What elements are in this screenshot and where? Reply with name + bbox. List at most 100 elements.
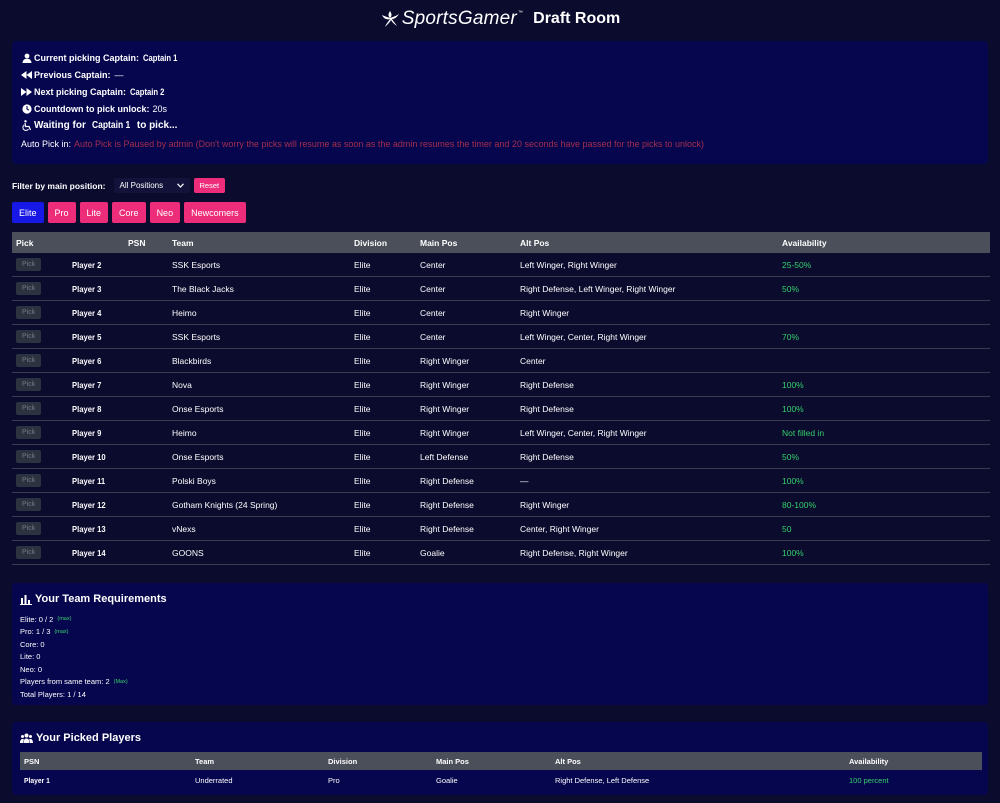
requirement-item: Core: 0 (20, 638, 980, 651)
main-pos-cell: Goalie (436, 775, 458, 785)
team-cell: Onse Esports (168, 444, 350, 469)
pick-button[interactable]: Pick (16, 258, 42, 271)
team-cell: vNexs (168, 516, 350, 541)
availability-cell (778, 300, 990, 325)
team-cell: SSK Esports (168, 253, 350, 277)
availability-cell: 25-50% (778, 253, 990, 277)
psn-cell: Player 7 (68, 372, 168, 397)
current-captain-value: Captain 1 (143, 52, 178, 63)
pick-button[interactable]: Pick (16, 426, 42, 439)
pick-button[interactable]: Pick (16, 450, 42, 463)
table-row: Pick Player 7 Nova Elite Right Winger Right D… (12, 372, 990, 397)
pick-cell: Pick (12, 300, 68, 325)
draft-status-panel: Current picking Captain: Captain 1 Previ… (12, 41, 988, 164)
requirement-text: Lite: 0 (20, 652, 41, 662)
pick-button[interactable]: Pick (16, 282, 42, 295)
player-psn: Player 6 (72, 355, 102, 366)
pick-button[interactable]: Pick (16, 306, 42, 319)
previous-captain-row: Previous Captain: — (21, 66, 979, 83)
table-row: Pick Player 2 SSK Esports Elite Center Left W… (12, 253, 990, 277)
main-pos-cell: Right Defense (416, 492, 516, 517)
alt-pos-cell: Right Winger (516, 300, 778, 325)
sportsgamer-logo-icon (381, 11, 399, 27)
team-cell: Heimo (168, 420, 350, 445)
requirements-title-text: Your Team Requirements (35, 593, 167, 605)
requirement-item: Lite: 0 (20, 651, 980, 664)
position-select[interactable]: All Positions (113, 178, 190, 193)
alt-pos-cell: Right Winger (516, 492, 778, 517)
pick-button[interactable]: Pick (16, 498, 42, 511)
brand-logo: SportsGamer ™ (380, 8, 523, 30)
main-pos-cell: Center (416, 253, 516, 277)
pick-cell: Pick (12, 348, 68, 373)
table-row: Pick Player 13 vNexs Elite Right Defense Cent… (12, 516, 990, 541)
availability-cell: Not filled in (778, 420, 990, 445)
user-icon (21, 52, 32, 63)
pick-cell: Pick (12, 444, 68, 469)
player-psn: Player 5 (72, 331, 102, 342)
pick-cell: Pick (12, 396, 68, 421)
psn-cell: Player 12 (68, 492, 168, 517)
alt-pos-cell: Right Defense (516, 396, 778, 421)
requirement-text: Core: 0 (20, 639, 45, 649)
division-tab-lite[interactable]: Lite (79, 202, 109, 223)
availability-cell: 100% (778, 540, 990, 565)
table-row: Pick Player 5 SSK Esports Elite Center Left W… (12, 324, 990, 349)
clock-icon (21, 103, 32, 114)
division-cell: Elite (350, 348, 416, 373)
requirements-title: Your Team Requirements (20, 591, 980, 607)
psn-cell: Player 13 (68, 516, 168, 541)
requirement-max-note: (max) (57, 616, 72, 623)
column-header: Main Pos (432, 752, 551, 770)
waiting-suffix: to pick... (136, 120, 178, 131)
division-tab-core[interactable]: Core (112, 202, 146, 223)
column-header: Pick (12, 232, 68, 253)
requirement-max-note: (max) (54, 628, 69, 635)
division-cell: Elite (350, 372, 416, 397)
waiting-captain: Captain 1 (91, 120, 131, 131)
table-header-row: Pick PSN Team Division Main Pos Alt Pos … (12, 232, 990, 253)
pick-button[interactable]: Pick (16, 522, 42, 535)
pick-button[interactable]: Pick (16, 402, 42, 415)
division-cell: Pro (328, 775, 340, 785)
main-pos-cell: Right Winger (416, 348, 516, 373)
division-tab-elite[interactable]: Elite (12, 202, 44, 223)
chevron-down-icon (176, 181, 184, 190)
division-cell: Elite (350, 492, 416, 517)
position-select-value: All Positions (119, 181, 164, 190)
alt-pos-cell: Left Winger, Center, Right Winger (516, 420, 778, 445)
pick-button[interactable]: Pick (16, 378, 42, 391)
reset-filter-button[interactable]: Reset (193, 178, 226, 193)
player-psn: Player 13 (72, 523, 106, 534)
pick-button[interactable]: Pick (16, 546, 42, 559)
availability-cell: 50% (778, 276, 990, 301)
next-captain-label: Next picking Captain: (34, 86, 127, 97)
division-tab-pro[interactable]: Pro (47, 202, 76, 223)
current-captain-label: Current picking Captain: (34, 52, 140, 63)
division-cell: Elite (350, 420, 416, 445)
main-pos-cell: Right Winger (416, 372, 516, 397)
waiting-prefix: Waiting for (34, 120, 86, 131)
availability-cell: 80-100% (778, 492, 990, 517)
availability-cell: 50% (778, 444, 990, 469)
availability-cell (778, 348, 990, 373)
division-cell: Elite (350, 516, 416, 541)
main-pos-cell: Right Winger (416, 420, 516, 445)
page-title: Draft Room (533, 10, 621, 27)
requirement-max-note: (Max) (113, 678, 128, 685)
division-tab-neo[interactable]: Neo (149, 202, 181, 223)
psn-cell: Player 11 (68, 468, 168, 493)
column-header: Team (191, 752, 324, 770)
pick-cell: Pick (12, 372, 68, 397)
current-captain-row: Current picking Captain: Captain 1 (21, 49, 979, 66)
team-cell: SSK Esports (168, 324, 350, 349)
pick-button[interactable]: Pick (16, 330, 42, 343)
main-pos-cell: Center (416, 300, 516, 325)
previous-captain-value: — (114, 69, 124, 80)
pick-button[interactable]: Pick (16, 474, 42, 487)
division-tab-newcomers[interactable]: Newcomers (184, 202, 246, 223)
pick-button[interactable]: Pick (16, 354, 42, 367)
column-header: Alt Pos (516, 232, 778, 253)
countdown-value: 20s (152, 103, 168, 114)
requirements-list: Elite: 0 / 2 (max) Pro: 1 / 3 (max) Core: 0L… (20, 613, 980, 701)
